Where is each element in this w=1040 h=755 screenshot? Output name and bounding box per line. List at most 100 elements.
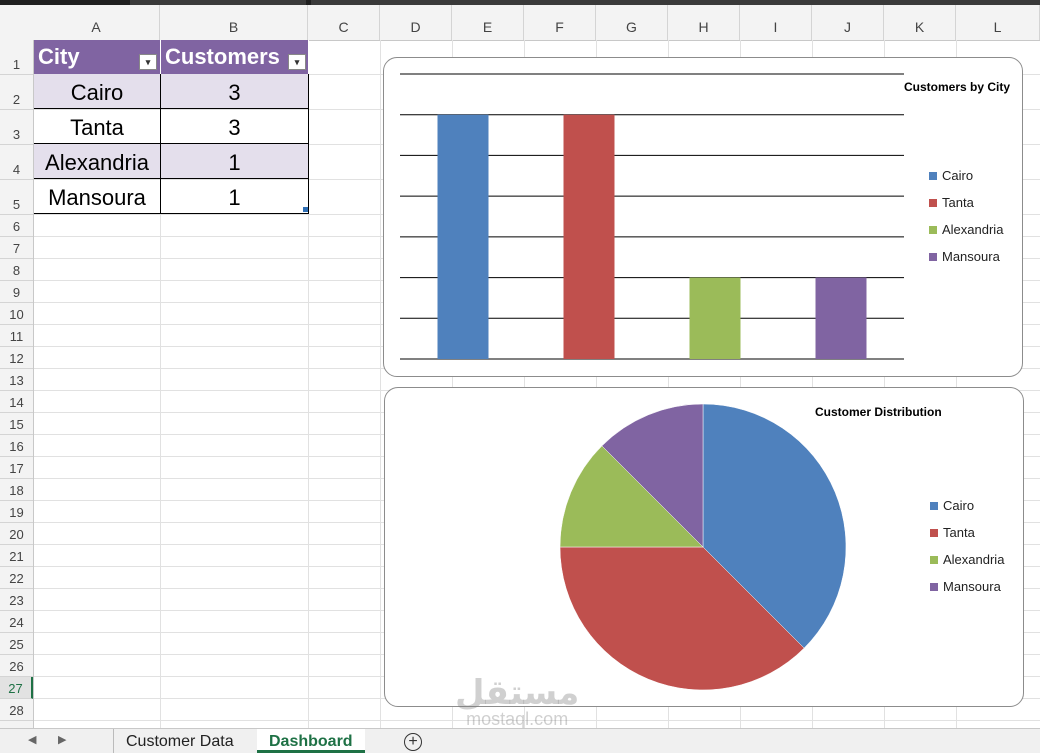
column-header-i[interactable]: I: [740, 5, 812, 40]
row-header-23[interactable]: 23: [0, 589, 33, 611]
legend-label: Cairo: [942, 168, 974, 183]
column-header-h[interactable]: H: [668, 5, 740, 40]
column-header-bar: ABCDEFGHIJKL: [0, 5, 1040, 41]
tab-dashboard[interactable]: Dashboard: [257, 729, 365, 753]
row-header-17[interactable]: 17: [0, 457, 33, 479]
row-header-7[interactable]: 7: [0, 237, 33, 259]
column-header-k[interactable]: K: [884, 5, 956, 40]
filter-dropdown-icon[interactable]: ▾: [139, 54, 157, 70]
row-header-13[interactable]: 13: [0, 369, 33, 391]
legend-label: Tanta: [943, 525, 975, 540]
pie-chart-legend: Cairo Tanta Alexandria Mansoura: [930, 492, 1004, 600]
column-header-c[interactable]: C: [308, 5, 380, 40]
filter-dropdown-icon[interactable]: ▾: [288, 54, 306, 70]
legend-label: Cairo: [943, 498, 975, 513]
row-header-1[interactable]: 1: [0, 40, 33, 75]
column-header-e[interactable]: E: [452, 5, 524, 40]
row-header-18[interactable]: 18: [0, 479, 33, 501]
legend-label: Mansoura: [943, 579, 1001, 594]
legend-item-alexandria: Alexandria: [930, 546, 1004, 573]
table-cell-customers[interactable]: 3: [161, 74, 309, 109]
row-header-28[interactable]: 28: [0, 699, 33, 721]
legend-item-tanta: Tanta: [929, 189, 1003, 216]
row-header-9[interactable]: 9: [0, 281, 33, 303]
row-header-10[interactable]: 10: [0, 303, 33, 325]
tab-customer-data[interactable]: Customer Data: [113, 729, 246, 753]
row-header-11[interactable]: 11: [0, 325, 33, 347]
row-header-21[interactable]: 21: [0, 545, 33, 567]
bar-tanta[interactable]: [563, 114, 615, 359]
legend-label: Tanta: [942, 195, 974, 210]
legend-item-cairo: Cairo: [929, 162, 1003, 189]
legend-item-alexandria: Alexandria: [929, 216, 1003, 243]
legend-item-mansoura: Mansoura: [930, 573, 1004, 600]
legend-swatch: [930, 528, 938, 537]
table-cell-city[interactable]: Alexandria: [34, 144, 161, 179]
bar-chart-container[interactable]: Customers by City Cairo Tanta Alexandria Ma…: [383, 57, 1023, 377]
table-cell-customers[interactable]: 3: [161, 109, 309, 144]
row-header-3[interactable]: 3: [0, 110, 33, 145]
table-cell-customers[interactable]: 1: [161, 144, 309, 179]
legend-swatch: [930, 501, 938, 510]
bar-alexandria[interactable]: [689, 277, 741, 359]
legend-label: Alexandria: [943, 552, 1005, 567]
row-header-4[interactable]: 4: [0, 145, 33, 180]
table-cell-city[interactable]: Tanta: [34, 109, 161, 144]
row-header-27[interactable]: 27: [0, 677, 33, 699]
row-header-25[interactable]: 25: [0, 633, 33, 655]
legend-label: Mansoura: [942, 249, 1000, 264]
row-header-5[interactable]: 5: [0, 180, 33, 215]
row-header-20[interactable]: 20: [0, 523, 33, 545]
row-header-22[interactable]: 22: [0, 567, 33, 589]
row-header-8[interactable]: 8: [0, 259, 33, 281]
table-cell-city[interactable]: Cairo: [34, 74, 161, 109]
row-header-24[interactable]: 24: [0, 611, 33, 633]
watermark-logo: مستقل mostaql.com: [455, 676, 579, 728]
row-header-6[interactable]: 6: [0, 215, 33, 237]
pie-chart-title: Customer Distribution: [815, 405, 942, 419]
row-header-2[interactable]: 2: [0, 75, 33, 110]
legend-item-cairo: Cairo: [930, 492, 1004, 519]
legend-swatch: [930, 555, 938, 564]
pie-chart: [559, 403, 847, 691]
scroll-right-icon[interactable]: ▶: [58, 733, 66, 746]
column-header-a[interactable]: A: [33, 5, 160, 40]
header-city-label: City: [38, 44, 80, 69]
sheet-tab-bar: ◀ ▶ Customer Data Dashboard +: [0, 728, 1040, 753]
column-header-f[interactable]: F: [524, 5, 596, 40]
legend-item-tanta: Tanta: [930, 519, 1004, 546]
row-header-26[interactable]: 26: [0, 655, 33, 677]
header-customers[interactable]: Customers ▾: [161, 40, 309, 74]
legend-label: Alexandria: [942, 222, 1004, 237]
bar-chart-legend: Cairo Tanta Alexandria Mansoura: [929, 162, 1003, 270]
column-header-d[interactable]: D: [380, 5, 452, 40]
legend-swatch: [929, 198, 937, 207]
column-header-b[interactable]: B: [160, 5, 308, 40]
legend-swatch: [929, 171, 937, 180]
table-cell-city[interactable]: Mansoura: [34, 179, 161, 214]
column-header-j[interactable]: J: [812, 5, 884, 40]
bar-chart-title: Customers by City: [904, 80, 1011, 94]
table-cell-customers[interactable]: 1: [161, 179, 309, 214]
bar-chart: [400, 73, 904, 360]
row-header-15[interactable]: 15: [0, 413, 33, 435]
header-customers-label: Customers: [165, 44, 280, 69]
row-header-12[interactable]: 12: [0, 347, 33, 369]
legend-item-mansoura: Mansoura: [929, 243, 1003, 270]
table-resize-handle[interactable]: [303, 207, 308, 212]
row-header-16[interactable]: 16: [0, 435, 33, 457]
bar-cairo[interactable]: [437, 114, 489, 359]
add-sheet-button[interactable]: +: [404, 733, 422, 751]
scroll-left-icon[interactable]: ◀: [28, 733, 36, 746]
row-header-bar: 1 2 3 4 5 6 7 8 9 10 11 12 13 14 15 16 17 18 19 20 21 22 23 24 2…: [0, 40, 34, 728]
column-header-l[interactable]: L: [956, 5, 1040, 40]
column-header-g[interactable]: G: [596, 5, 668, 40]
watermark-latin: mostaql.com: [466, 709, 569, 729]
legend-swatch: [929, 252, 937, 261]
pie-chart-container[interactable]: Customer Distribution Cairo Tanta Alexandr…: [384, 387, 1024, 707]
header-city[interactable]: City ▾: [34, 40, 161, 74]
bar-mansoura[interactable]: [815, 277, 867, 359]
watermark-arabic: مستقل: [455, 673, 580, 713]
row-header-19[interactable]: 19: [0, 501, 33, 523]
row-header-14[interactable]: 14: [0, 391, 33, 413]
